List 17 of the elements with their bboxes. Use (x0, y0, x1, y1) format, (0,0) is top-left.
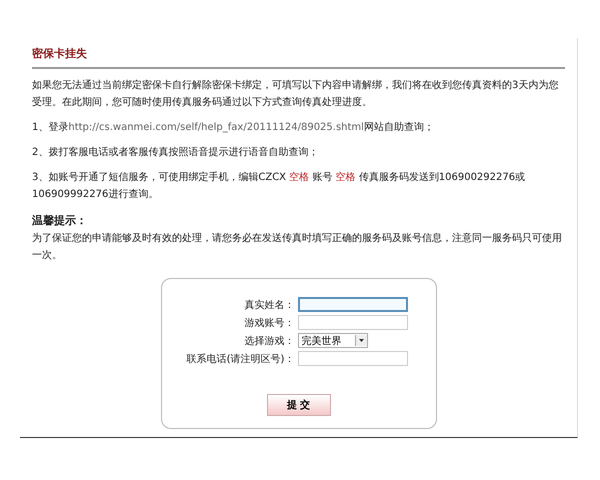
field-label: 联系电话(请注明区号)： (186, 352, 294, 366)
input-field[interactable] (298, 297, 408, 312)
help-link[interactable]: http://cs.wanmei.com/self/help_fax/20111124/89025.shtml (68, 122, 364, 133)
field-label: 选择游戏： (243, 334, 294, 348)
step-text: 3、如账号开通了短信服务，可使用绑定手机，编辑CZCX 空格 账号 空格 传真服务码发送到106900292276或106909992276进行查询。 (32, 170, 526, 202)
tip-text: 为了保证您的申请能够及时有效的处理，请您务必在发送传真时填写正确的服务码及账号信息，注意同一服务码只可使用一次。 (32, 232, 563, 263)
game-select[interactable]: 完美世界 (298, 333, 368, 348)
field-label: 游戏账号： (243, 316, 294, 330)
input-field[interactable] (298, 351, 408, 366)
step-text: 2、拨打客服电话或者客服传真按照语音提示进行语音自助查询； (32, 146, 320, 160)
tip-heading: 温馨提示： (32, 213, 88, 228)
section-title: 密保卡挂失 (32, 38, 565, 69)
step-text: 1、登录http://cs.wanmei.com/self/help_fax/20111124/89025.shtml网站自助查询； (32, 120, 435, 135)
field-label: 真实姓名： (243, 298, 294, 312)
submit-button[interactable]: 提 交 (266, 394, 330, 416)
intro-paragraph: 如果您无法通过当前绑定密保卡自行解除密保卡绑定，可填写以下内容申请解绑，我们将在收到您传真资料的3天内为您受理。在此期间，您可随时使用传真服务码通过以下方式查询传真处理进度。 (32, 78, 560, 110)
input-field[interactable] (298, 315, 408, 330)
